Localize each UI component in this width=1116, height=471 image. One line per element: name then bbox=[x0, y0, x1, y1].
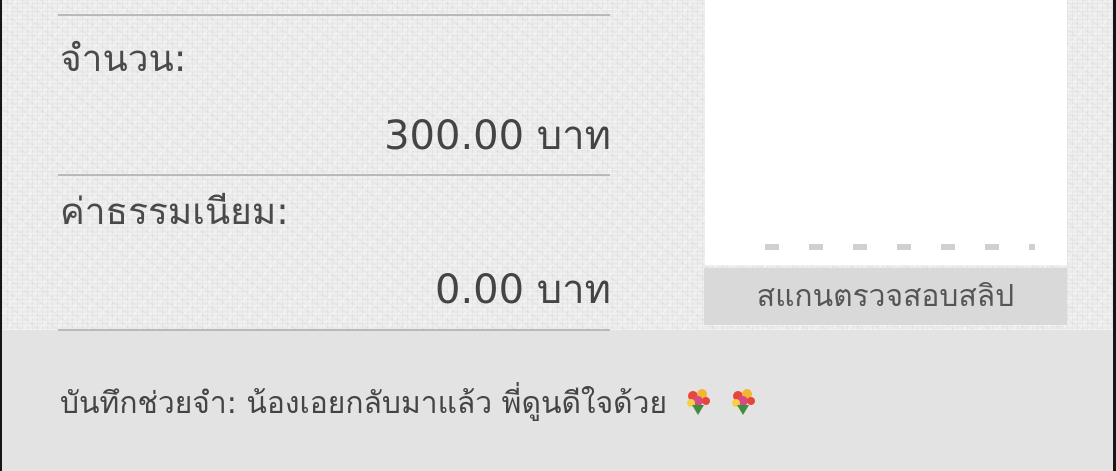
fee-value: 0.00 บาท bbox=[435, 267, 611, 313]
memo-text: บันทึกช่วยจำ: น้องเอยกลับมาแล้ว พี่ดูนดี… bbox=[60, 386, 668, 421]
fee-label: ค่าธรรมเนียม: bbox=[60, 190, 289, 233]
amount-label: จำนวน: bbox=[60, 37, 187, 80]
qr-code-area bbox=[705, 0, 1067, 265]
scan-verify-slip-button[interactable]: สแกนตรวจสอบสลิป bbox=[704, 268, 1067, 325]
memo-line: บันทึกช่วยจำ: น้องเอยกลับมาแล้ว พี่ดูนดี… bbox=[60, 387, 758, 419]
amount-divider bbox=[58, 174, 610, 176]
amount-value: 300.00 บาท bbox=[384, 113, 611, 159]
fee-divider bbox=[58, 329, 610, 331]
top-divider bbox=[58, 14, 610, 16]
bouquet-icon bbox=[730, 387, 758, 417]
qr-code-edge bbox=[765, 244, 1035, 250]
bouquet-icon bbox=[685, 387, 713, 417]
transfer-slip: จำนวน: 300.00 บาท ค่าธรรมเนียม: 0.00 บาท… bbox=[2, 0, 1113, 471]
